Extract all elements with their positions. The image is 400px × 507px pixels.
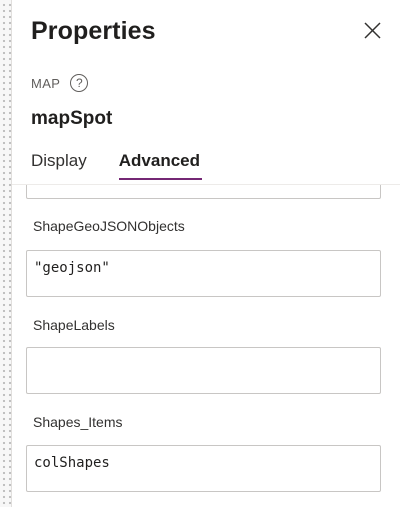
- properties-screen: Properties MAP ? mapSpot Display Advance…: [0, 0, 400, 507]
- properties-scroll-area[interactable]: ShapeGeoJSONObjects "geojson" ShapeLabel…: [12, 184, 400, 507]
- panel-title: Properties: [31, 17, 156, 45]
- previous-property-field[interactable]: [26, 185, 381, 199]
- shapegeojsonobjects-formula-input[interactable]: "geojson": [26, 250, 381, 297]
- property-label-shapes-items: Shapes_Items: [33, 414, 123, 430]
- control-type-row: MAP ?: [31, 72, 89, 94]
- shapes-items-formula-input[interactable]: colShapes: [26, 445, 381, 492]
- shapelabels-formula-input[interactable]: [26, 347, 381, 394]
- tab-advanced[interactable]: Advanced: [118, 148, 203, 182]
- control-type-label: MAP: [31, 75, 61, 91]
- canvas-dotted-edge: [0, 0, 12, 507]
- tab-bar: Display Advanced: [31, 148, 232, 182]
- properties-panel: Properties MAP ? mapSpot Display Advance…: [12, 0, 400, 507]
- close-icon: [363, 21, 381, 39]
- help-icon[interactable]: ?: [70, 74, 89, 92]
- tab-display[interactable]: Display: [31, 148, 87, 182]
- control-name: mapSpot: [31, 108, 113, 129]
- property-label-shapelabels: ShapeLabels: [33, 317, 115, 333]
- property-label-shapegeojsonobjects: ShapeGeoJSONObjects: [33, 218, 185, 234]
- close-button[interactable]: [360, 18, 384, 42]
